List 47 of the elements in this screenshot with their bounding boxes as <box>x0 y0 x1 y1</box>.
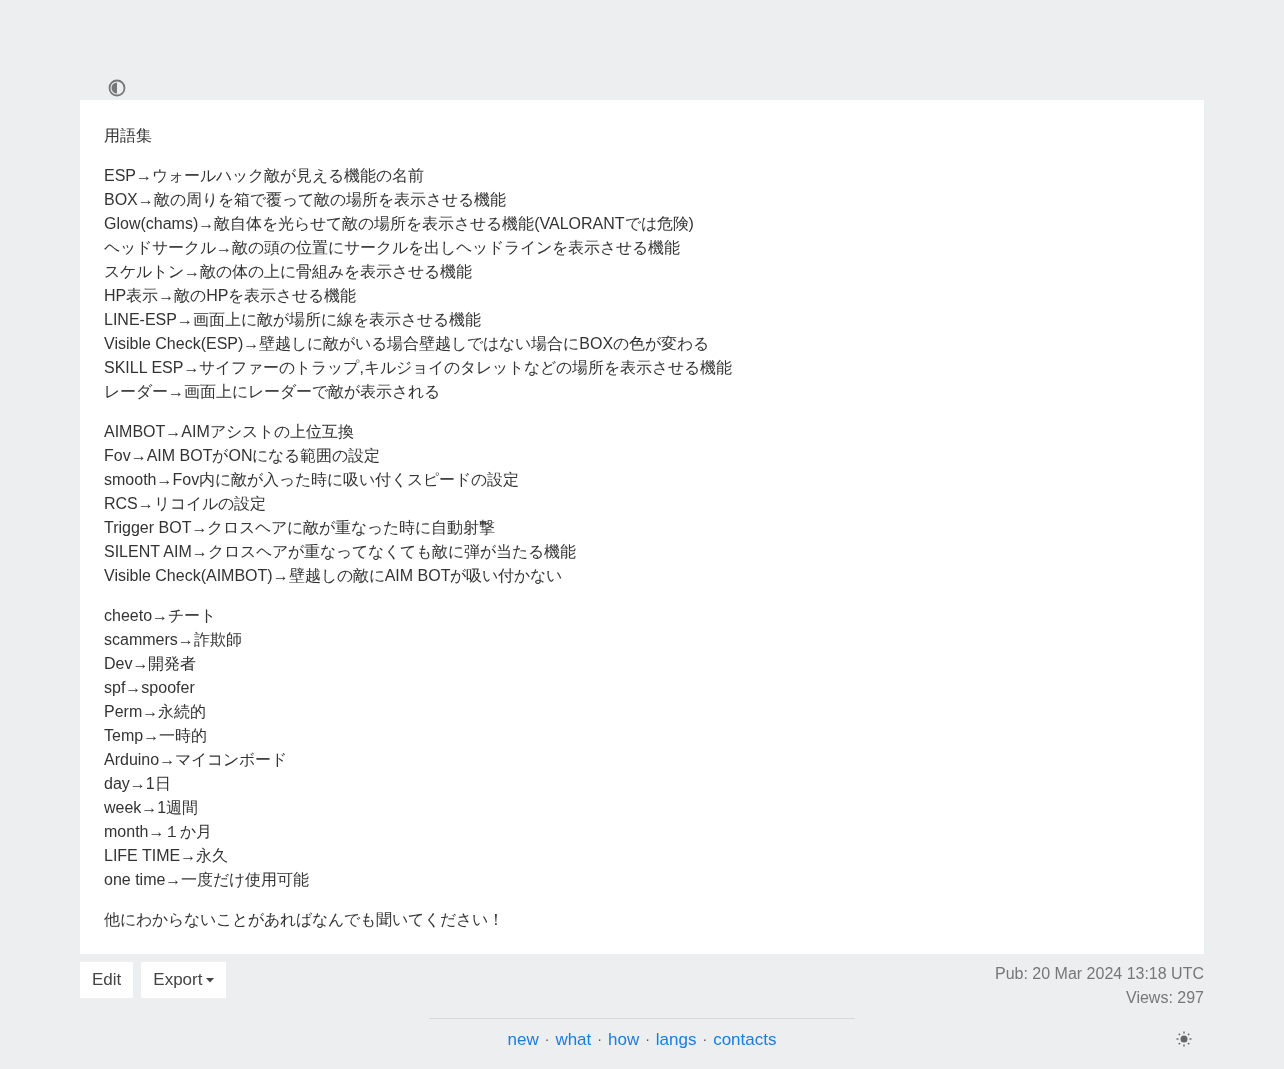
glossary-line: BOX→敵の周りを箱で覆って敵の場所を表示させる機能 <box>104 190 506 210</box>
glossary-line: Perm→永続的 <box>104 702 207 722</box>
glossary-line: spf→spoofer <box>104 678 195 698</box>
post-info: Pub: 20 Mar 2024 13:18 UTC <box>995 964 1204 984</box>
glossary-line: day→1日 <box>104 774 171 794</box>
glossary-line: Dev→開発者 <box>104 654 197 674</box>
glossary-line: ESP→ウォールハック敵が見える機能の名前 <box>104 166 424 186</box>
glossary-line: Glow(chams)→敵自体を光らせて敵の場所を表示させる機能(VALORANTでは危険) <box>104 214 694 234</box>
glossary-line: LINE-ESP→画面上に敵が場所に線を表示させる機能 <box>104 310 481 330</box>
footer-link[interactable]: new <box>507 1027 539 1053</box>
glossary-line: Temp→一時的 <box>104 726 208 746</box>
glossary-line: スケルトン→敵の体の上に骨組みを表示させる機能 <box>104 262 472 282</box>
glossary-line: SKILL ESP→サイファーのトラップ,キルジョイのタレットなどの場所を表示させる機能 <box>104 358 732 378</box>
separator-dot: · <box>597 1030 602 1050</box>
glossary-line: 他にわからないことがあればなんでも聞いてください！ <box>104 910 504 930</box>
glossary-line: Visible Check(ESP)→壁越しに敵がいる場合壁越しではない場合にBOXの色が変わる <box>104 334 710 354</box>
footer-link[interactable]: contacts <box>713 1027 777 1053</box>
glossary-line: Arduino→マイコンボード <box>104 750 288 770</box>
glossary-line: HP表示→敵のHPを表示させる機能 <box>104 286 357 306</box>
footer-link[interactable]: how <box>608 1027 640 1053</box>
glossary-line: ヘッドサークル→敵の頭の位置にサークルを出しヘッドラインを表示させる機能 <box>104 238 680 258</box>
glossary-line: LIFE TIME→永久 <box>104 846 229 866</box>
separator-dot: · <box>702 1030 708 1050</box>
glossary-line: one time→一度だけ使用可能 <box>104 870 310 890</box>
glossary-line: week→1週間 <box>104 798 199 818</box>
glossary-line: AIMBOT→AIMアシストの上位互換 <box>104 422 354 442</box>
post-info: Views: 297 <box>1126 988 1204 1008</box>
glossary-line: RCS→リコイルの設定 <box>104 494 266 514</box>
glossary-line: scammers→詐欺師 <box>104 630 242 650</box>
glossary-title: 用語集 <box>104 126 152 146</box>
sun-icon[interactable] <box>1176 1031 1192 1047</box>
footer-link[interactable]: langs <box>655 1027 697 1053</box>
glossary-line: Trigger BOT→クロスヘアに敵が重なった時に自動射撃 <box>104 518 496 538</box>
contrast-icon[interactable] <box>108 79 126 97</box>
glossary-line: cheeto→チート <box>104 606 217 626</box>
footer-link[interactable]: what <box>555 1027 592 1053</box>
edit-button[interactable]: Edit <box>80 962 134 998</box>
glossary-line: レーダー→画面上にレーダーで敵が表示される <box>104 382 440 402</box>
separator-dot: · <box>645 1030 650 1050</box>
export-dropdown-button[interactable]: Export <box>141 962 227 998</box>
glossary-line: smooth→Fov内に敵が入った時に吸い付くスピードの設定 <box>104 470 520 490</box>
glossary-line: Fov→AIM BOTがONになる範囲の設定 <box>104 446 381 466</box>
glossary-line: month→１か月 <box>104 822 213 842</box>
separator-dot: · <box>544 1030 550 1050</box>
caret-icon <box>206 977 215 983</box>
glossary-line: SILENT AIM→クロスヘアが重なってなくても敵に弾が当たる機能 <box>104 542 576 562</box>
glossary-line: Visible Check(AIMBOT)→壁越しの敵にAIM BOTが吸い付かない <box>104 566 563 586</box>
